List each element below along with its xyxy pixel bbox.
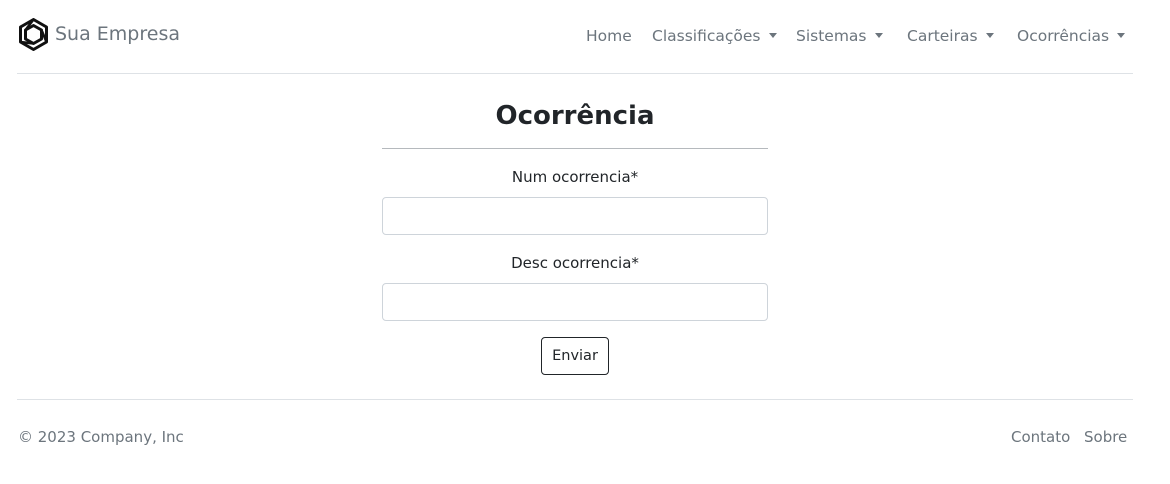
nav-carteiras-label: Carteiras bbox=[907, 27, 978, 45]
navbar: Sua Empresa Home Classificações Sistemas… bbox=[17, 0, 1133, 74]
nav-ocorrencias-label: Ocorrências bbox=[1017, 27, 1110, 45]
title-divider bbox=[382, 148, 768, 149]
caret-down-icon bbox=[1117, 33, 1126, 38]
nav-sistemas-dropdown[interactable]: Sistemas bbox=[796, 24, 883, 48]
nav-home[interactable]: Home bbox=[586, 24, 632, 48]
num-ocorrencia-input[interactable] bbox=[382, 197, 768, 235]
num-ocorrencia-label: Num ocorrencia* bbox=[511, 168, 639, 186]
caret-down-icon bbox=[874, 33, 883, 38]
page-title: Ocorrência bbox=[495, 101, 655, 131]
footer-link-sobre[interactable]: Sobre bbox=[1084, 426, 1127, 448]
caret-down-icon bbox=[985, 33, 994, 38]
hexagon-cube-logo-icon bbox=[19, 18, 48, 51]
brand-link[interactable]: Sua Empresa bbox=[17, 18, 180, 51]
nav-ocorrencias-dropdown[interactable]: Ocorrências bbox=[1017, 24, 1126, 48]
nav-classificacoes-label: Classificações bbox=[652, 27, 761, 45]
nav-classificacoes-dropdown[interactable]: Classificações bbox=[652, 24, 777, 48]
footer-link-contato[interactable]: Contato bbox=[1011, 426, 1070, 448]
nav-sistemas-label: Sistemas bbox=[796, 27, 867, 45]
enviar-button[interactable]: Enviar bbox=[541, 337, 609, 375]
nav-carteiras-dropdown[interactable]: Carteiras bbox=[907, 24, 994, 48]
desc-ocorrencia-label: Desc ocorrencia* bbox=[511, 254, 639, 272]
caret-down-icon bbox=[768, 33, 777, 38]
desc-ocorrencia-input[interactable] bbox=[382, 283, 768, 321]
footer-divider bbox=[17, 399, 1133, 400]
copyright-text: © 2023 Company, Inc bbox=[18, 428, 184, 446]
brand-name: Sua Empresa bbox=[55, 23, 180, 45]
